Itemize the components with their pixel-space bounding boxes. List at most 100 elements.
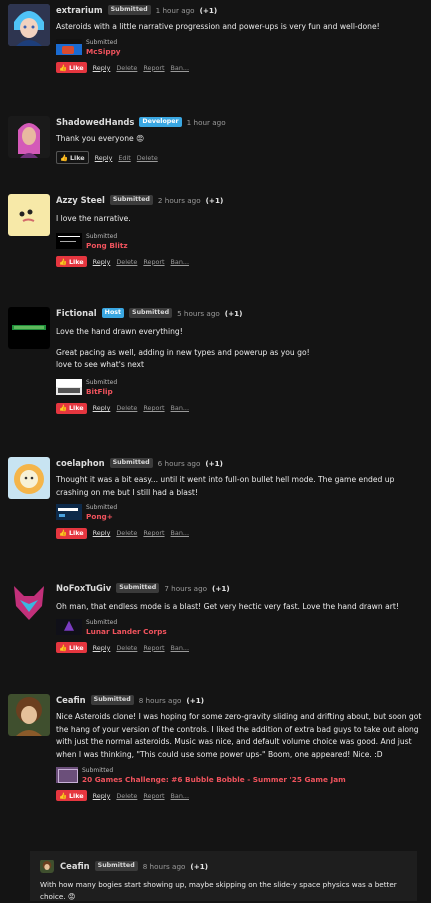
reply-link[interactable]: Reply — [93, 529, 111, 537]
game-link[interactable]: McSippy — [86, 47, 121, 56]
submitted-game[interactable]: Submitted 20 Games Challenge: #6 Bubble … — [56, 766, 423, 784]
timestamp[interactable]: 1 hour ago — [156, 6, 195, 15]
avatar[interactable] — [40, 859, 54, 873]
report-link[interactable]: Report — [143, 404, 164, 412]
game-thumbnail[interactable] — [56, 766, 78, 783]
game-submitted-label: Submitted — [86, 618, 118, 626]
submitted-game[interactable]: Submitted Pong Blitz — [56, 232, 423, 250]
game-link[interactable]: 20 Games Challenge: #6 Bubble Bobble - S… — [82, 775, 346, 784]
submitted-game[interactable]: Submitted Lunar Lander Corps — [56, 618, 423, 636]
game-submitted-label: Submitted — [86, 379, 118, 387]
game-thumbnail[interactable] — [56, 232, 82, 249]
report-link[interactable]: Report — [143, 64, 164, 72]
ban-link[interactable]: Ban... — [171, 404, 189, 412]
game-submitted-label: Submitted — [86, 504, 118, 512]
thumbs-up-icon: 👍 — [59, 643, 67, 652]
vote-count: (+1) — [205, 195, 224, 205]
like-button[interactable]: 👍 Like — [56, 402, 87, 414]
game-thumbnail[interactable] — [56, 618, 82, 635]
report-link[interactable]: Report — [143, 258, 164, 266]
reply-link[interactable]: Reply — [95, 154, 113, 162]
username[interactable]: Fictional — [56, 308, 97, 318]
comment-text: Asteroids with a little narrative progre… — [56, 22, 380, 31]
reply-link[interactable]: Reply — [93, 404, 111, 412]
thumbs-up-icon: 👍 — [60, 153, 68, 162]
submitted-badge: Submitted — [109, 458, 153, 468]
timestamp[interactable]: 5 hours ago — [177, 309, 220, 318]
avatar[interactable] — [8, 457, 50, 499]
nested-reply: Ceafin Submitted 8 hours ago (+1) With h… — [30, 851, 417, 901]
username[interactable]: coelaphon — [56, 458, 105, 468]
avatar[interactable] — [8, 4, 50, 46]
delete-link[interactable]: Delete — [116, 529, 137, 537]
like-button[interactable]: 👍 Like — [56, 151, 89, 165]
game-thumbnail[interactable] — [56, 504, 82, 521]
comment-text: Thought it was a bit easy... until it we… — [56, 475, 395, 497]
timestamp[interactable]: 7 hours ago — [164, 584, 207, 593]
reply-link[interactable]: Reply — [93, 644, 111, 652]
comment-text: Oh man, that endless mode is a blast! Ge… — [56, 602, 399, 611]
ban-link[interactable]: Ban... — [171, 258, 189, 266]
username[interactable]: Azzy Steel — [56, 195, 105, 205]
game-link[interactable]: Pong Blitz — [86, 241, 128, 250]
game-thumbnail[interactable] — [56, 38, 82, 55]
submitted-game[interactable]: Submitted BitFlip — [56, 378, 423, 396]
delete-link[interactable]: Delete — [116, 258, 137, 266]
submitted-badge: Submitted — [107, 5, 151, 15]
report-link[interactable]: Report — [143, 644, 164, 652]
timestamp[interactable]: 6 hours ago — [158, 459, 201, 468]
delete-link[interactable]: Delete — [116, 404, 137, 412]
avatar[interactable] — [8, 694, 50, 736]
delete-link[interactable]: Delete — [116, 64, 137, 72]
reply-link[interactable]: Reply — [93, 258, 111, 266]
game-thumbnail[interactable] — [56, 379, 82, 396]
ban-link[interactable]: Ban... — [171, 529, 189, 537]
comment-text: Thank you everyone 😡 — [56, 134, 145, 143]
like-button[interactable]: 👍 Like — [56, 642, 87, 654]
report-link[interactable]: Report — [143, 529, 164, 537]
delete-link[interactable]: Delete — [137, 154, 158, 162]
reply-link[interactable]: Reply — [93, 792, 111, 800]
game-link[interactable]: Pong+ — [86, 512, 117, 521]
submitted-game[interactable]: Submitted McSippy — [56, 38, 423, 56]
developer-badge: Developer — [139, 117, 182, 127]
thumbs-up-icon: 👍 — [59, 63, 67, 72]
username[interactable]: Ceafin — [60, 861, 90, 871]
vote-count: (+1) — [186, 695, 205, 705]
ban-link[interactable]: Ban... — [171, 792, 189, 800]
avatar[interactable] — [8, 582, 50, 624]
comment-text: Love the hand drawn everything! Great pa… — [56, 327, 310, 370]
ban-link[interactable]: Ban... — [171, 64, 189, 72]
game-submitted-label: Submitted — [86, 232, 118, 240]
ban-link[interactable]: Ban... — [171, 644, 189, 652]
edit-link[interactable]: Edit — [118, 154, 130, 162]
timestamp[interactable]: 2 hours ago — [158, 196, 201, 205]
username[interactable]: extrarium — [56, 5, 103, 15]
avatar[interactable] — [8, 307, 50, 349]
vote-count: (+1) — [199, 5, 218, 15]
timestamp[interactable]: 8 hours ago — [139, 696, 182, 705]
like-button[interactable]: 👍 Like — [56, 790, 87, 802]
game-link[interactable]: BitFlip — [86, 387, 117, 396]
avatar[interactable] — [8, 116, 50, 158]
delete-link[interactable]: Delete — [116, 792, 137, 800]
report-link[interactable]: Report — [143, 792, 164, 800]
like-button[interactable]: 👍 Like — [56, 256, 87, 268]
vote-count: (+1) — [205, 458, 223, 468]
reply-link[interactable]: Reply — [93, 64, 111, 72]
username[interactable]: ShadowedHands — [56, 117, 134, 127]
like-button[interactable]: 👍 Like — [56, 527, 87, 539]
submitted-badge: Submitted — [90, 695, 134, 705]
username[interactable]: NoFoxTuGiv — [56, 583, 111, 593]
timestamp[interactable]: 1 hour ago — [187, 118, 226, 127]
game-link[interactable]: Lunar Lander Corps — [86, 627, 167, 636]
vote-count: (+1) — [212, 583, 230, 593]
avatar[interactable] — [8, 194, 50, 236]
delete-link[interactable]: Delete — [116, 644, 137, 652]
thumbs-up-icon: 👍 — [59, 404, 67, 413]
username[interactable]: Ceafin — [56, 695, 86, 705]
comment-text: I love the narrative. — [56, 214, 131, 223]
submitted-game[interactable]: Submitted Pong+ — [56, 503, 423, 521]
timestamp[interactable]: 8 hours ago — [143, 862, 186, 871]
like-button[interactable]: 👍 Like — [56, 62, 87, 74]
